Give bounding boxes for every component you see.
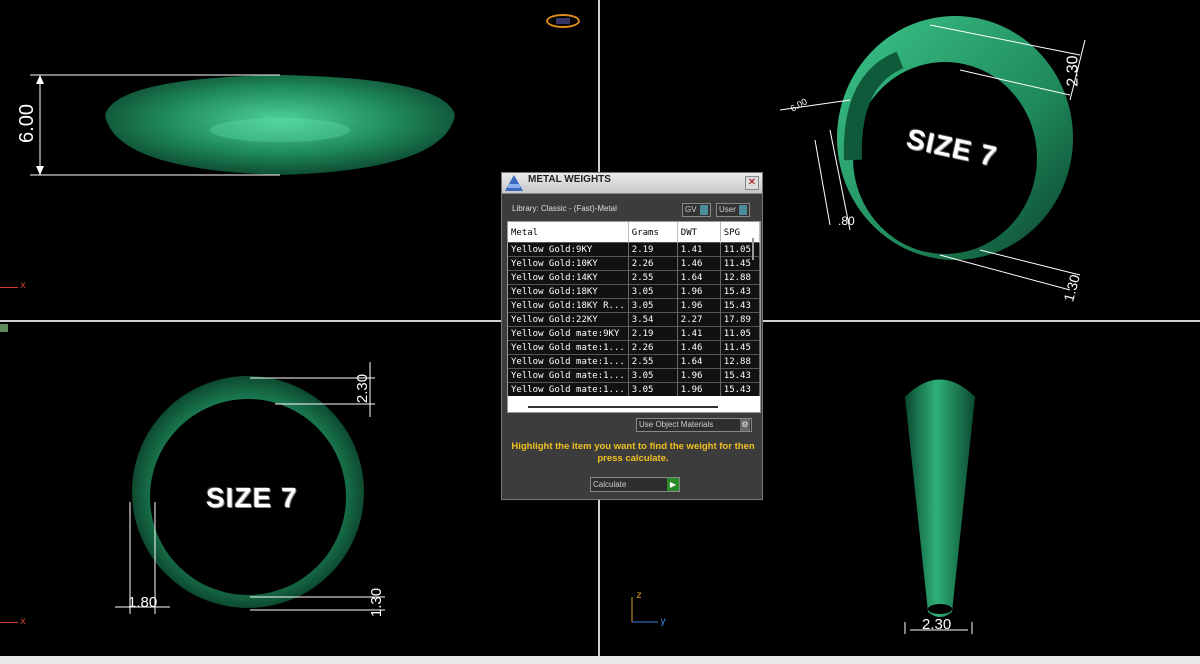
cell-dwt: 1.96 bbox=[677, 284, 721, 299]
cell-spg: 15.43 bbox=[720, 368, 760, 383]
axis-x-label: x bbox=[20, 616, 27, 627]
cell-grams: 3.05 bbox=[628, 368, 678, 383]
cell-grams: 2.26 bbox=[628, 340, 678, 355]
cell-grams: 2.55 bbox=[628, 270, 678, 285]
cell-metal: Yellow Gold:18KY bbox=[508, 284, 629, 299]
table-row[interactable]: Yellow Gold:22KY 3.54 2.27 17.89 bbox=[508, 312, 760, 327]
table-row[interactable]: Yellow Gold mate:1... 3.05 1.96 15.43 bbox=[508, 368, 760, 383]
table-row[interactable]: Yellow Gold:14KY 2.55 1.64 12.88 bbox=[508, 270, 760, 285]
use-object-materials-button[interactable]: Use Object Materials ⚙ bbox=[636, 418, 752, 432]
gv-label: GV bbox=[685, 205, 697, 214]
cell-metal: Yellow Gold mate:1... bbox=[508, 340, 629, 355]
cell-grams: 2.55 bbox=[628, 354, 678, 369]
status-bar bbox=[0, 656, 1200, 664]
cell-grams: 3.05 bbox=[628, 382, 678, 396]
cell-dwt: 1.41 bbox=[677, 242, 721, 257]
dimension-thickness: .80 bbox=[838, 214, 855, 228]
size-label: SIZE 7 bbox=[206, 482, 298, 513]
table-row[interactable]: Yellow Gold:18KY 3.05 1.96 15.43 bbox=[508, 284, 760, 299]
cell-metal: Yellow Gold mate:9KY bbox=[508, 326, 629, 341]
dialog-title-bar[interactable]: METAL WEIGHTS ✕ bbox=[502, 173, 762, 194]
user-label: User bbox=[719, 205, 736, 214]
dimension-width: 2.30 bbox=[354, 373, 372, 404]
column-header-dwt[interactable]: DWT bbox=[677, 222, 721, 243]
cell-spg: 11.05 bbox=[720, 326, 760, 341]
play-arrow-icon: ▶ bbox=[667, 478, 679, 491]
instruction-text: Highlight the item you want to find the … bbox=[511, 441, 755, 464]
dimension-width: 2.30 bbox=[922, 616, 952, 633]
table-row[interactable]: Yellow Gold:9KY 2.19 1.41 11.05 bbox=[508, 242, 760, 257]
navigation-cube-icon[interactable] bbox=[546, 14, 580, 28]
cell-grams: 3.05 bbox=[628, 284, 678, 299]
cell-metal: Yellow Gold:10KY bbox=[508, 256, 629, 271]
cell-spg: 15.43 bbox=[720, 382, 760, 396]
cell-grams: 3.05 bbox=[628, 298, 678, 313]
library-label: Library: Classic - (Fast)-Metal bbox=[512, 204, 617, 213]
cell-metal: Yellow Gold mate:1... bbox=[508, 354, 629, 369]
table-row[interactable]: Yellow Gold mate:1... 2.55 1.64 12.88 bbox=[508, 354, 760, 369]
calculate-label: Calculate bbox=[593, 480, 627, 489]
cell-grams: 2.19 bbox=[628, 326, 678, 341]
cell-dwt: 1.96 bbox=[677, 368, 721, 383]
close-icon[interactable]: ✕ bbox=[745, 176, 759, 190]
table-header-row: Metal Grams DWT SPG bbox=[508, 222, 760, 243]
viewport-menu-icon[interactable] bbox=[0, 324, 8, 332]
dimension-height: 6.00 bbox=[15, 104, 38, 143]
cell-dwt: 1.46 bbox=[677, 340, 721, 355]
vertical-scrollbar[interactable] bbox=[752, 238, 754, 260]
column-header-grams[interactable]: Grams bbox=[628, 222, 678, 243]
cell-spg: 12.88 bbox=[720, 354, 760, 369]
cell-metal: Yellow Gold:9KY bbox=[508, 242, 629, 257]
cell-metal: Yellow Gold mate:1... bbox=[508, 368, 629, 383]
cell-dwt: 2.27 bbox=[677, 312, 721, 327]
cell-spg: 15.43 bbox=[720, 284, 760, 299]
cell-dwt: 1.46 bbox=[677, 256, 721, 271]
calculate-button[interactable]: Calculate ▶ bbox=[590, 477, 680, 492]
axis-z-label: z bbox=[636, 590, 643, 601]
cell-spg: 17.89 bbox=[720, 312, 760, 327]
app-logo-icon bbox=[504, 174, 524, 192]
metal-weights-dialog[interactable]: METAL WEIGHTS ✕ Library: Classic - (Fast… bbox=[501, 172, 763, 500]
cell-grams: 2.26 bbox=[628, 256, 678, 271]
gv-toggle[interactable]: GV bbox=[682, 203, 711, 217]
metal-table[interactable]: Metal Grams DWT SPG Yellow Gold:9KY 2.19 1… bbox=[507, 221, 761, 413]
table-row[interactable]: Yellow Gold:18KY R... 3.05 1.96 15.43 bbox=[508, 298, 760, 313]
dimension-width: 2.30 bbox=[1064, 55, 1082, 87]
dimension-thickness: 1.80 bbox=[128, 594, 158, 611]
cell-metal: Yellow Gold:14KY bbox=[508, 270, 629, 285]
cell-spg: 12.88 bbox=[720, 270, 760, 285]
table-row[interactable]: Yellow Gold:10KY 2.26 1.46 11.45 bbox=[508, 256, 760, 271]
cell-metal: Yellow Gold:18KY R... bbox=[508, 298, 629, 313]
cell-dwt: 1.96 bbox=[677, 298, 721, 313]
toggle-icon bbox=[699, 205, 708, 215]
gear-icon: ⚙ bbox=[740, 419, 750, 431]
cell-grams: 3.54 bbox=[628, 312, 678, 327]
cell-dwt: 1.64 bbox=[677, 270, 721, 285]
horizontal-scrollbar[interactable] bbox=[528, 406, 718, 408]
cell-dwt: 1.96 bbox=[677, 382, 721, 396]
cell-spg: 15.43 bbox=[720, 298, 760, 313]
axis-x-label: x bbox=[20, 280, 27, 291]
axis-y-label: y bbox=[660, 616, 667, 627]
cell-dwt: 1.41 bbox=[677, 326, 721, 341]
table-row[interactable]: Yellow Gold mate:1... 2.26 1.46 11.45 bbox=[508, 340, 760, 355]
use-object-materials-label: Use Object Materials bbox=[639, 420, 714, 429]
axis-x-line bbox=[0, 622, 18, 623]
cell-spg: 11.45 bbox=[720, 340, 760, 355]
table-row[interactable]: Yellow Gold mate:9KY 2.19 1.41 11.05 bbox=[508, 326, 760, 341]
cell-metal: Yellow Gold mate:1... bbox=[508, 382, 629, 396]
user-toggle[interactable]: User bbox=[716, 203, 750, 217]
dimension-bottom: 1.30 bbox=[368, 587, 386, 618]
cell-metal: Yellow Gold:22KY bbox=[508, 312, 629, 327]
table-row[interactable]: Yellow Gold mate:1... 3.05 1.96 15.43 bbox=[508, 382, 760, 396]
toggle-icon bbox=[738, 205, 747, 215]
axis-x-line bbox=[0, 287, 18, 288]
cell-grams: 2.19 bbox=[628, 242, 678, 257]
column-header-metal[interactable]: Metal bbox=[508, 222, 629, 243]
cell-dwt: 1.64 bbox=[677, 354, 721, 369]
dialog-title: METAL WEIGHTS bbox=[528, 174, 611, 185]
